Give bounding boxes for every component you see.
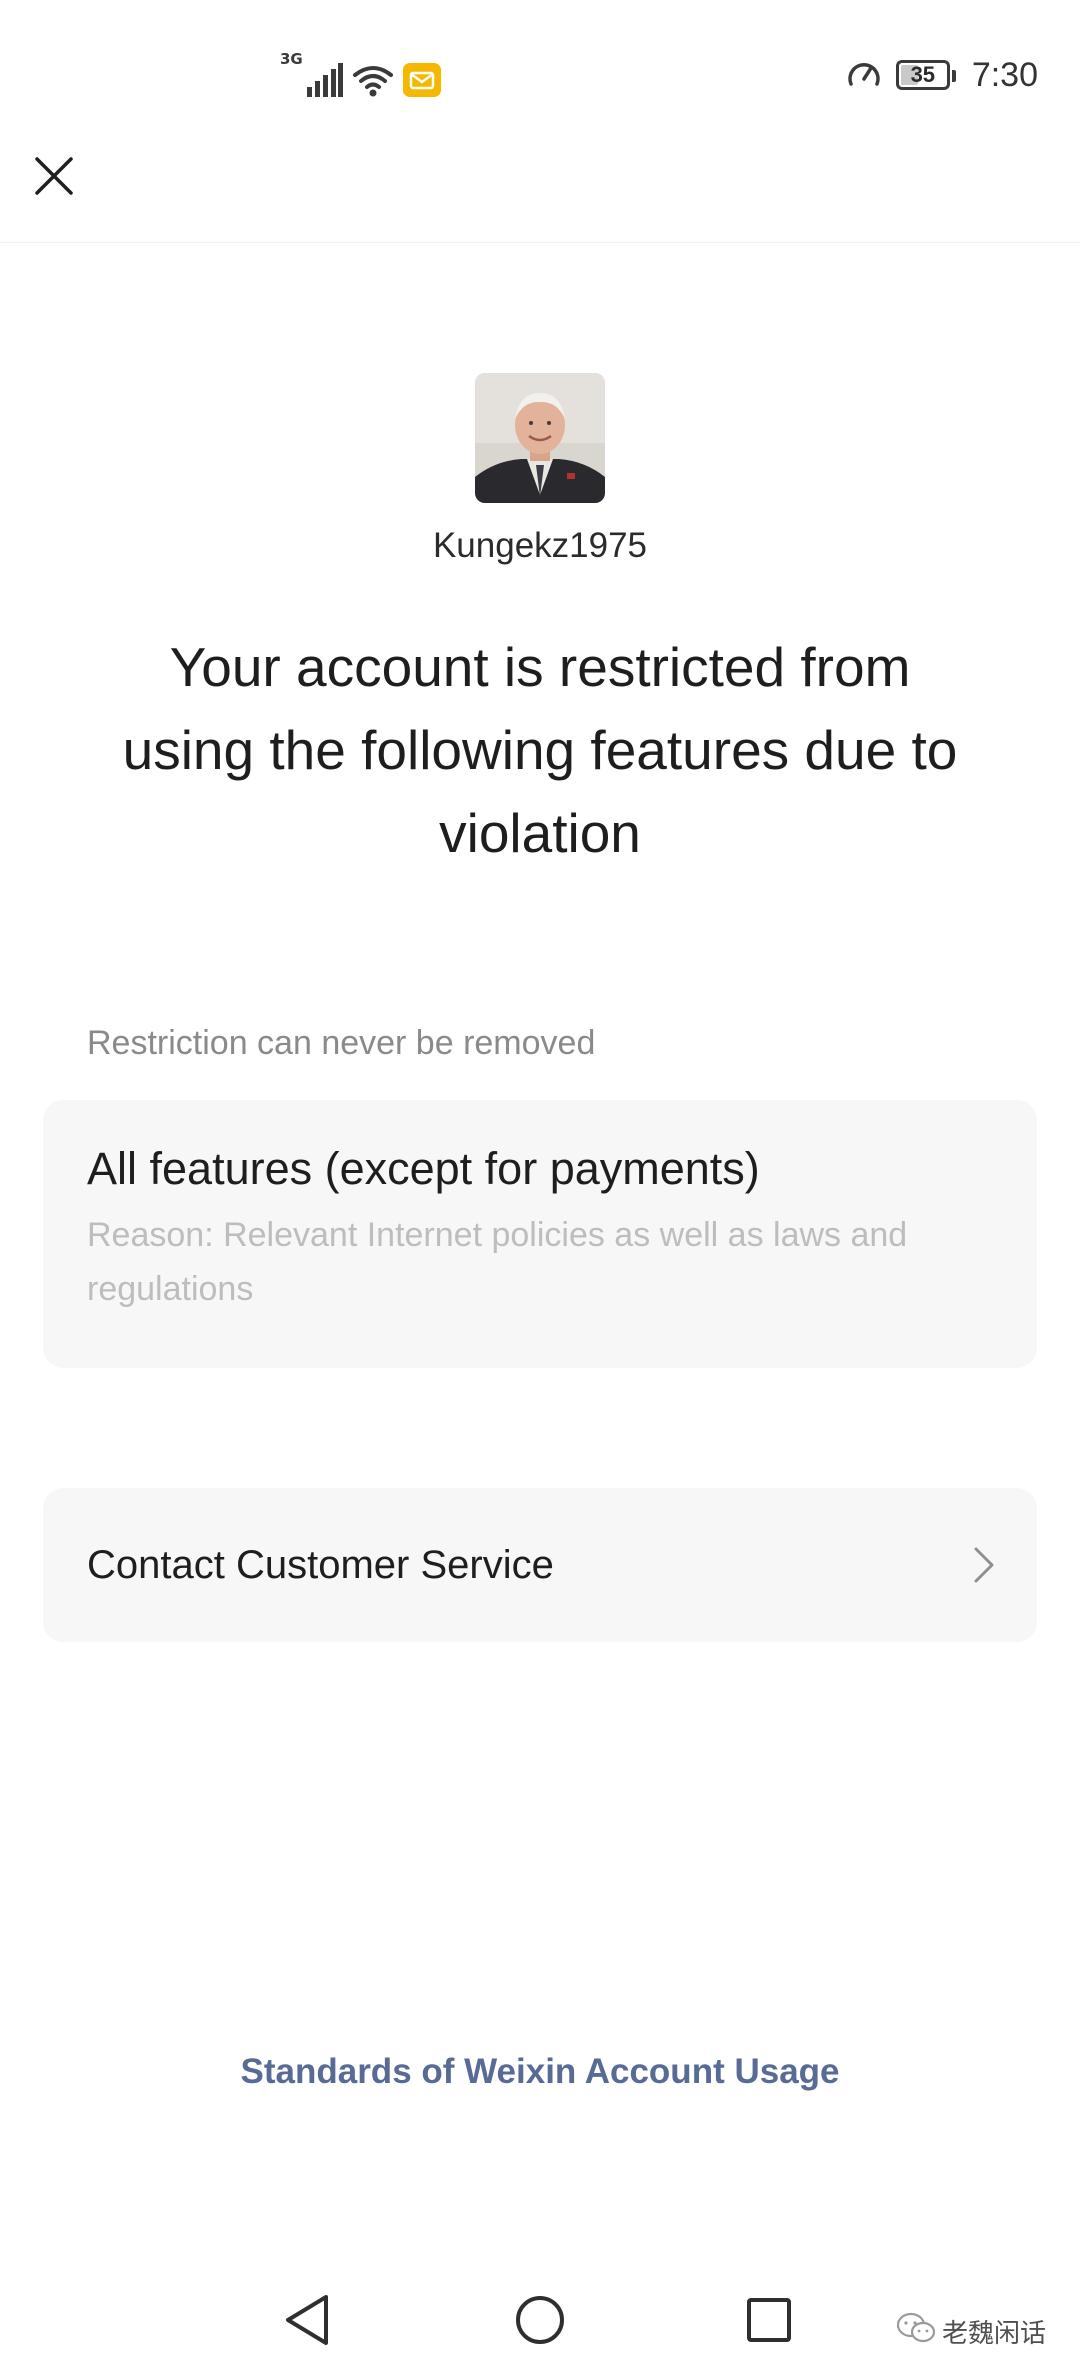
battery-icon: 35: [895, 60, 956, 90]
restricted-feature: All features (except for payments): [87, 1143, 760, 1194]
back-icon: [282, 2293, 332, 2352]
restriction-caption: Restriction can never be removed: [87, 1024, 596, 1062]
header: [0, 150, 1080, 243]
watermark: 老魏闲话: [896, 2312, 1046, 2351]
recents-icon: [745, 2296, 793, 2349]
home-button[interactable]: [508, 2290, 572, 2354]
recents-button[interactable]: [737, 2290, 801, 2354]
contact-customer-service-button[interactable]: Contact Customer Service: [43, 1488, 1037, 1642]
mail-notification-icon: [402, 63, 441, 102]
network-type: 3G: [280, 50, 303, 68]
status-right: 35 7:30: [846, 50, 1038, 100]
speed-icon: [846, 57, 882, 94]
contact-label: Contact Customer Service: [87, 1542, 554, 1587]
restriction-card: All features (except for payments) Reaso…: [43, 1100, 1037, 1368]
battery-level: 35: [910, 62, 936, 87]
wechat-icon: [896, 2312, 936, 2351]
clock: 7:30: [971, 55, 1038, 94]
home-icon: [514, 2294, 566, 2351]
restriction-reason: Reason: Relevant Internet policies as we…: [87, 1216, 908, 1308]
wifi-icon: [352, 65, 393, 102]
signal-icon: [306, 63, 343, 102]
status-left: 3G: [280, 50, 441, 102]
page-title: Your account is restricted from using th…: [122, 636, 958, 864]
avatar: [475, 373, 605, 503]
close-icon: [34, 156, 74, 201]
close-button[interactable]: [28, 152, 80, 204]
chevron-right-icon: [973, 1546, 995, 1584]
back-button[interactable]: [275, 2290, 339, 2354]
watermark-text: 老魏闲话: [941, 2318, 1046, 2348]
status-bar: 3G 35 7:30: [0, 0, 1080, 150]
account-usage-standards-link[interactable]: Standards of Weixin Account Usage: [0, 2052, 1080, 2092]
username: Kungekz1975: [432, 526, 648, 565]
